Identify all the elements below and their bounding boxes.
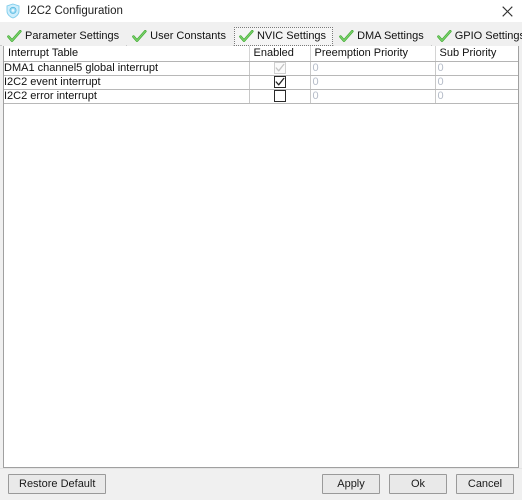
interrupt-name: I2C2 event interrupt [4,75,250,90]
footer-action-buttons: Apply Ok Cancel [322,474,514,494]
i2c2-configuration-window: I2C2 Configuration Parameter Settings Us… [0,0,522,500]
footer-bar: Restore Default Apply Ok Cancel [0,468,522,500]
tab-label: User Constants [150,30,226,42]
enabled-cell[interactable] [249,75,311,90]
close-icon[interactable] [492,0,522,22]
checkmark-icon [275,63,284,72]
enabled-checkbox-unchecked[interactable] [273,90,286,103]
tab-label: GPIO Settings [454,30,522,42]
title-bar: I2C2 Configuration [0,0,522,22]
table-header-row: Interrupt Table Enabled Preemption Prior… [4,46,518,62]
green-check-icon [132,30,147,42]
ok-button[interactable]: Ok [389,474,447,494]
sub-priority-cell[interactable]: 0 [435,89,518,104]
column-header-enabled[interactable]: Enabled [249,46,311,62]
sub-priority-cell[interactable]: 0 [435,61,518,76]
preemption-priority-cell[interactable]: 0 [310,75,436,90]
window-title: I2C2 Configuration [27,5,123,17]
sub-priority-value: 0 [437,89,444,102]
tab-gpio-settings[interactable]: GPIO Settings [431,27,522,46]
enabled-cell[interactable] [249,89,311,104]
preemption-priority-value: 0 [312,89,319,102]
interrupt-name: DMA1 channel5 global interrupt [4,61,250,76]
enabled-cell[interactable] [249,61,311,76]
interrupt-table-panel: Interrupt Table Enabled Preemption Prior… [3,46,519,468]
column-header-interrupt-table[interactable]: Interrupt Table [4,46,250,62]
tab-parameter-settings[interactable]: Parameter Settings [2,27,127,46]
tab-dma-settings[interactable]: DMA Settings [334,27,431,46]
enabled-checkbox-disabled [273,62,286,75]
preemption-priority-cell[interactable]: 0 [310,61,436,76]
tab-label: DMA Settings [357,30,424,42]
close-x-glyph [501,5,513,17]
checkmark-icon [275,77,284,86]
column-header-sub-priority[interactable]: Sub Priority [435,46,518,62]
table-row[interactable]: DMA1 channel5 global interrupt 0 0 [4,61,518,76]
sub-priority-value: 0 [437,61,444,74]
preemption-priority-value: 0 [312,75,319,88]
enabled-checkbox-checked[interactable] [273,76,286,89]
cancel-button[interactable]: Cancel [456,474,514,494]
sub-priority-value: 0 [437,75,444,88]
interrupt-table: Interrupt Table Enabled Preemption Prior… [4,46,518,104]
column-header-preemption-priority[interactable]: Preemption Priority [310,46,436,62]
tab-label: NVIC Settings [256,30,327,42]
tab-label: Parameter Settings [25,30,120,42]
table-row[interactable]: I2C2 event interrupt 0 0 [4,75,518,90]
table-row[interactable]: I2C2 error interrupt 0 0 [4,89,518,104]
shield-config-icon [6,3,20,19]
sub-priority-cell[interactable]: 0 [435,75,518,90]
preemption-priority-value: 0 [312,61,319,74]
tab-nvic-settings[interactable]: NVIC Settings [233,27,334,46]
interrupt-name: I2C2 error interrupt [4,89,250,104]
apply-button[interactable]: Apply [322,474,380,494]
green-check-icon [7,30,22,42]
green-check-icon [339,30,354,42]
green-check-icon [436,30,452,42]
green-check-icon [239,30,254,42]
tab-user-constants[interactable]: User Constants [127,27,233,46]
restore-default-button[interactable]: Restore Default [8,474,107,494]
preemption-priority-cell[interactable]: 0 [310,89,436,104]
tab-strip: Parameter Settings User Constants NVIC S… [0,22,522,46]
